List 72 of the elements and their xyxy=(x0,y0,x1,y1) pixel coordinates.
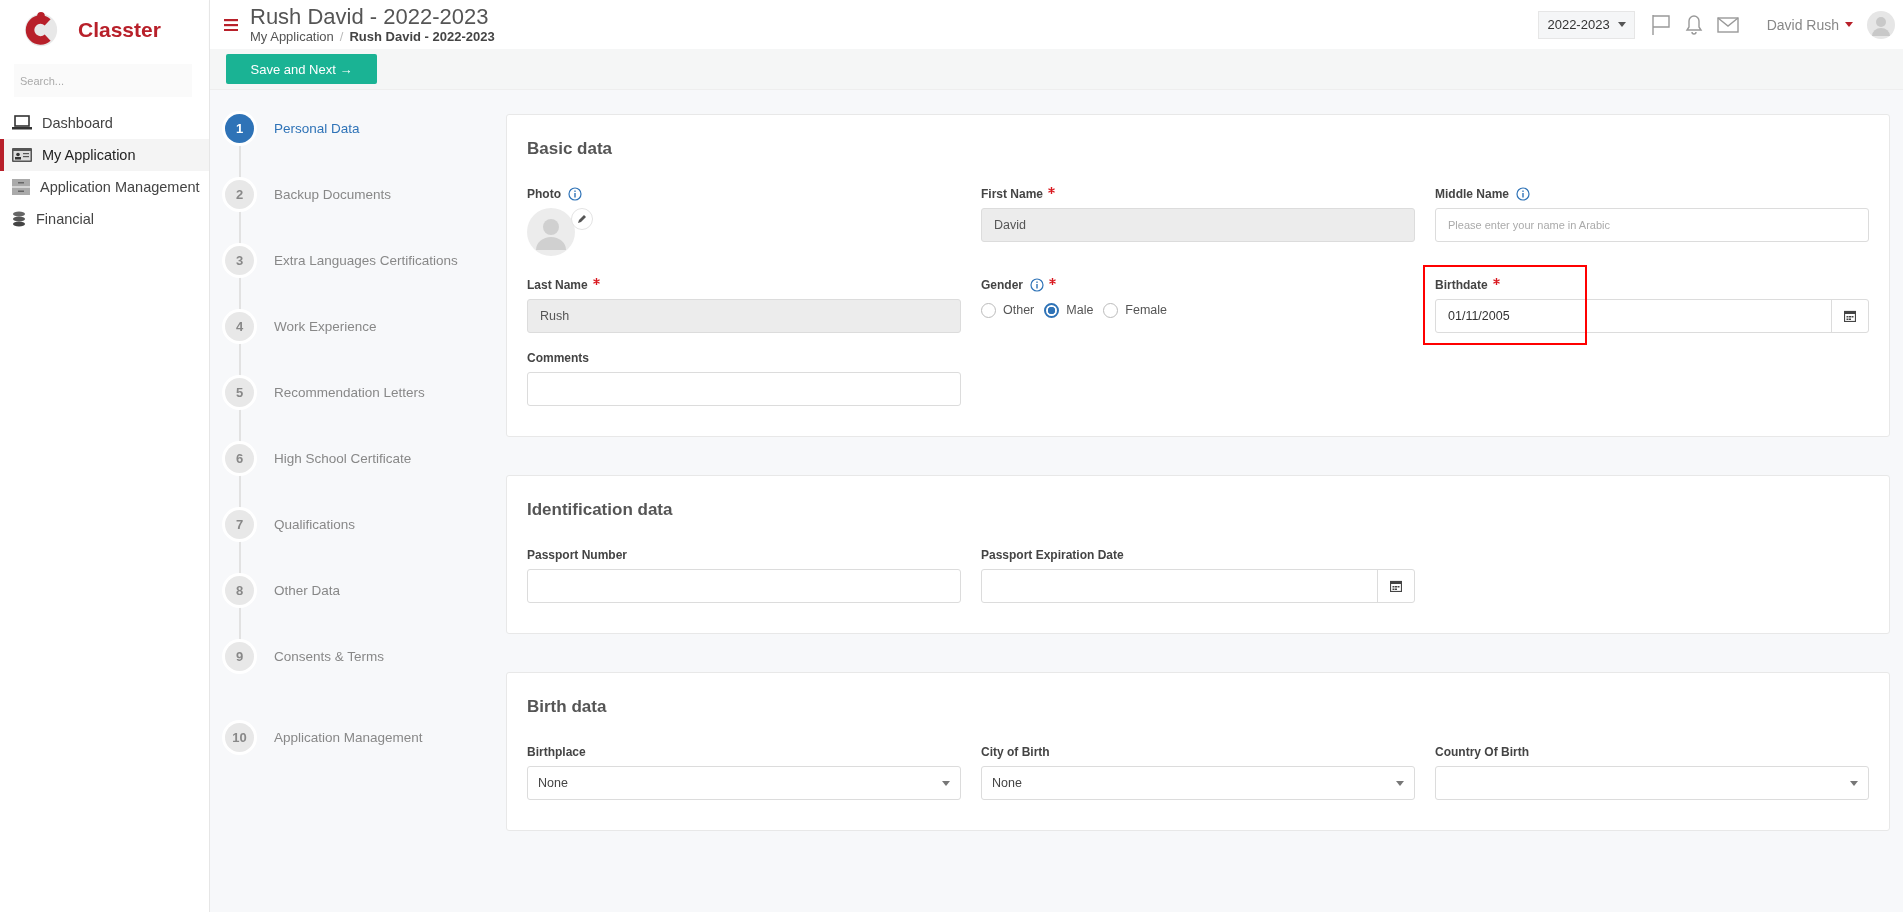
step-item[interactable]: 6 High School Certificate xyxy=(225,444,506,473)
sidebar-item[interactable]: Dashboard xyxy=(0,107,209,139)
required-asterisk-icon xyxy=(1048,187,1056,194)
field-label: First Name xyxy=(981,187,1044,201)
step-item[interactable]: 2 Backup Documents xyxy=(225,180,506,209)
field-label: Photo xyxy=(527,187,561,201)
field-label: Passport Expiration Date xyxy=(981,548,1124,562)
text-field[interactable] xyxy=(527,569,961,603)
info-icon[interactable] xyxy=(1516,187,1530,201)
id-card-icon xyxy=(12,148,32,162)
sidebar-item[interactable]: Application Management xyxy=(0,171,209,203)
info-icon[interactable] xyxy=(568,187,582,201)
avatar-icon xyxy=(527,208,575,256)
page-title: Rush David - 2022-2023 xyxy=(250,5,490,29)
caret-icon xyxy=(1617,22,1626,27)
radio-option[interactable]: Other xyxy=(981,302,1035,318)
step-item[interactable]: 4 Work Experience xyxy=(225,312,506,341)
required-asterisk-icon xyxy=(1492,278,1500,285)
calendar-icon[interactable] xyxy=(1844,310,1856,322)
cabinet-icon xyxy=(12,179,30,195)
section-title: Identification data xyxy=(527,500,674,520)
search-field[interactable]: Search... xyxy=(14,64,192,97)
coins-icon xyxy=(12,211,26,227)
section-title: Birth data xyxy=(527,697,608,717)
caret-icon xyxy=(1845,22,1853,27)
caret-icon xyxy=(1850,780,1858,786)
select-dropdown[interactable]: None xyxy=(527,766,961,800)
step-item[interactable]: 1 Personal Data xyxy=(225,114,506,143)
text-field[interactable] xyxy=(527,372,961,406)
year-dropdown[interactable]: 2022-2023 xyxy=(1538,10,1635,39)
breadcrumb-link[interactable]: My Application xyxy=(250,29,334,44)
info-icon[interactable] xyxy=(1030,278,1044,292)
caret-icon xyxy=(942,780,950,786)
avatar-icon[interactable] xyxy=(1867,10,1895,39)
radio-option[interactable]: Male xyxy=(1044,302,1094,318)
menu-icon[interactable] xyxy=(224,18,238,31)
field-label: Gender xyxy=(981,278,1023,292)
notification-bell-icon[interactable] xyxy=(1684,13,1703,36)
section-title: Basic data xyxy=(527,139,614,159)
sidebar-item[interactable]: Financial xyxy=(0,203,209,235)
step-item[interactable]: 9 Consents & Terms xyxy=(225,642,506,671)
step-item[interactable]: 10 Application Management xyxy=(225,671,506,752)
required-asterisk-icon xyxy=(1049,278,1056,285)
laptop-icon xyxy=(12,115,32,131)
date-field[interactable]: 01/11/2005 xyxy=(1435,299,1869,333)
radio-option[interactable]: Female xyxy=(1103,302,1168,318)
flag-icon[interactable] xyxy=(1650,13,1671,36)
field-label: Comments xyxy=(527,351,589,365)
required-asterisk-icon xyxy=(592,278,600,285)
field-label: Birthplace xyxy=(527,745,586,759)
field-label: City of Birth xyxy=(981,745,1050,759)
brand-name: Classter xyxy=(78,18,161,42)
step-item[interactable]: 3 Extra Languages Certifications xyxy=(225,246,506,275)
select-dropdown[interactable]: None xyxy=(981,766,1415,800)
field-label: Passport Number xyxy=(527,548,628,562)
text-field[interactable]: Please enter your name in Arabic xyxy=(1435,208,1869,242)
user-menu[interactable]: David Rush xyxy=(1766,16,1839,33)
breadcrumb-current: Rush David - 2022-2023 xyxy=(349,29,495,44)
date-field[interactable] xyxy=(981,569,1415,603)
edit-icon[interactable] xyxy=(571,208,593,230)
sidebar-item[interactable]: My Application xyxy=(0,139,209,171)
calendar-icon[interactable] xyxy=(1390,580,1402,592)
field-label: Middle Name xyxy=(1435,187,1509,201)
step-item[interactable]: 7 Qualifications xyxy=(225,510,506,539)
breadcrumb-separator: / xyxy=(339,29,344,44)
field-label: Birthdate xyxy=(1435,278,1488,292)
mail-icon[interactable] xyxy=(1716,16,1739,33)
step-item[interactable]: 8 Other Data xyxy=(225,576,506,605)
field-label: Last Name xyxy=(527,278,588,292)
field-label: Country Of Birth xyxy=(1435,745,1529,759)
caret-icon xyxy=(1396,780,1404,786)
step-item[interactable]: 5 Recommendation Letters xyxy=(225,378,506,407)
